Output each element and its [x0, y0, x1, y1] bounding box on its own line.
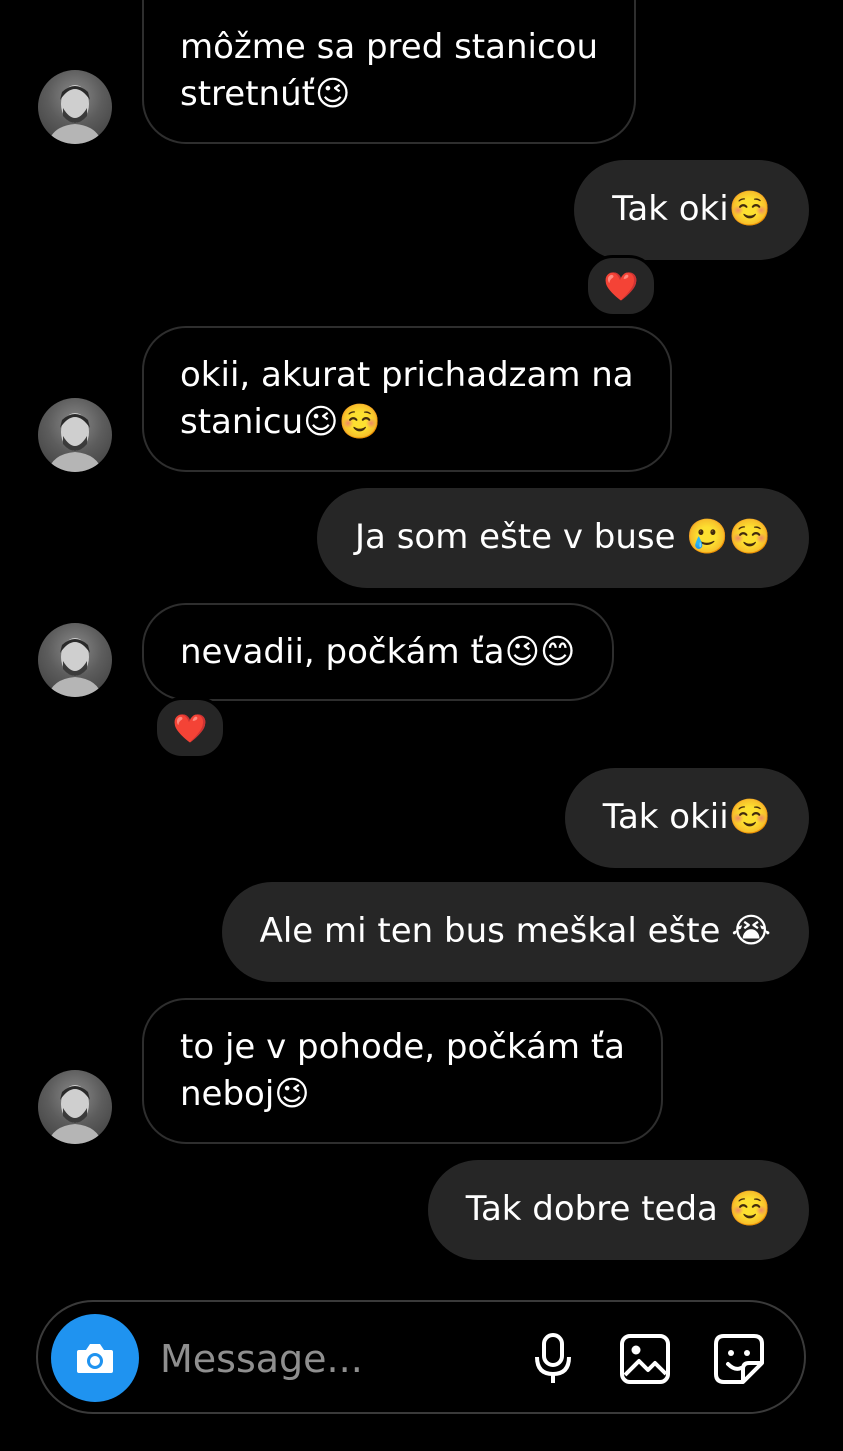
reaction-heart[interactable]: ❤️ [154, 697, 226, 759]
message-text: Tak okii☺️ [602, 797, 771, 837]
gallery-icon [620, 1334, 670, 1384]
message-text-line2: neboj😉 [180, 1074, 310, 1114]
message-bubble-outgoing[interactable]: Tak okii☺️ [564, 768, 809, 868]
contact-avatar[interactable] [38, 398, 112, 472]
message-bubble-outgoing[interactable]: Tak oki☺️ [574, 160, 809, 260]
message-bubble-incoming[interactable]: nevadii, počkám ťa😉😊 [142, 603, 614, 701]
contact-avatar[interactable] [38, 1070, 112, 1144]
camera-icon [77, 1344, 113, 1373]
message-text: Tak oki☺️ [612, 189, 771, 229]
contact-avatar[interactable] [38, 623, 112, 697]
message-text: to je v pohode, počkám ťa [180, 1027, 625, 1067]
message-text: Tak dobre teda ☺️ [465, 1189, 771, 1229]
avatar-portrait-icon [48, 85, 102, 144]
message-bubble-incoming[interactable]: okii, akurat prichadzam na stanicu😉☺️ [142, 326, 672, 472]
heart-icon: ❤️ [172, 711, 208, 745]
message-bubble-incoming[interactable]: to je v pohode, počkám ťa neboj😉 [142, 998, 663, 1144]
microphone-button[interactable] [526, 1332, 580, 1386]
message-text: okii, akurat prichadzam na [180, 355, 634, 395]
reaction-heart[interactable]: ❤️ [585, 255, 657, 317]
sticker-icon [714, 1334, 764, 1384]
avatar-portrait-icon [48, 638, 102, 697]
message-composer [36, 1300, 806, 1414]
message-text: Ja som ešte v buse 🥲☺️ [355, 517, 771, 557]
message-text-line2: stanicu😉☺️ [180, 402, 381, 442]
message-text: môžme sa pred stanicou [180, 27, 599, 67]
message-bubble-outgoing[interactable]: Ja som ešte v buse 🥲☺️ [317, 488, 809, 588]
message-bubble-incoming[interactable]: môžme sa pred stanicou stretnúť😉 [142, 0, 637, 144]
message-bubble-outgoing[interactable]: Ale mi ten bus meškal ešte 😭 [221, 882, 809, 982]
message-bubble-outgoing[interactable]: Tak dobre teda ☺️ [427, 1160, 809, 1260]
gallery-button[interactable] [618, 1332, 672, 1386]
avatar-portrait-icon [48, 413, 102, 472]
microphone-icon [535, 1333, 571, 1383]
message-input[interactable] [158, 1326, 522, 1392]
camera-button[interactable] [51, 1314, 139, 1402]
heart-icon: ❤️ [603, 269, 639, 303]
message-text-line2: stretnúť😉 [180, 74, 351, 114]
message-text: nevadii, počkám ťa😉😊 [180, 632, 576, 672]
avatar-portrait-icon [48, 1085, 102, 1144]
contact-avatar[interactable] [38, 70, 112, 144]
message-text: Ale mi ten bus meškal ešte 😭 [259, 911, 771, 951]
sticker-button[interactable] [712, 1332, 766, 1386]
